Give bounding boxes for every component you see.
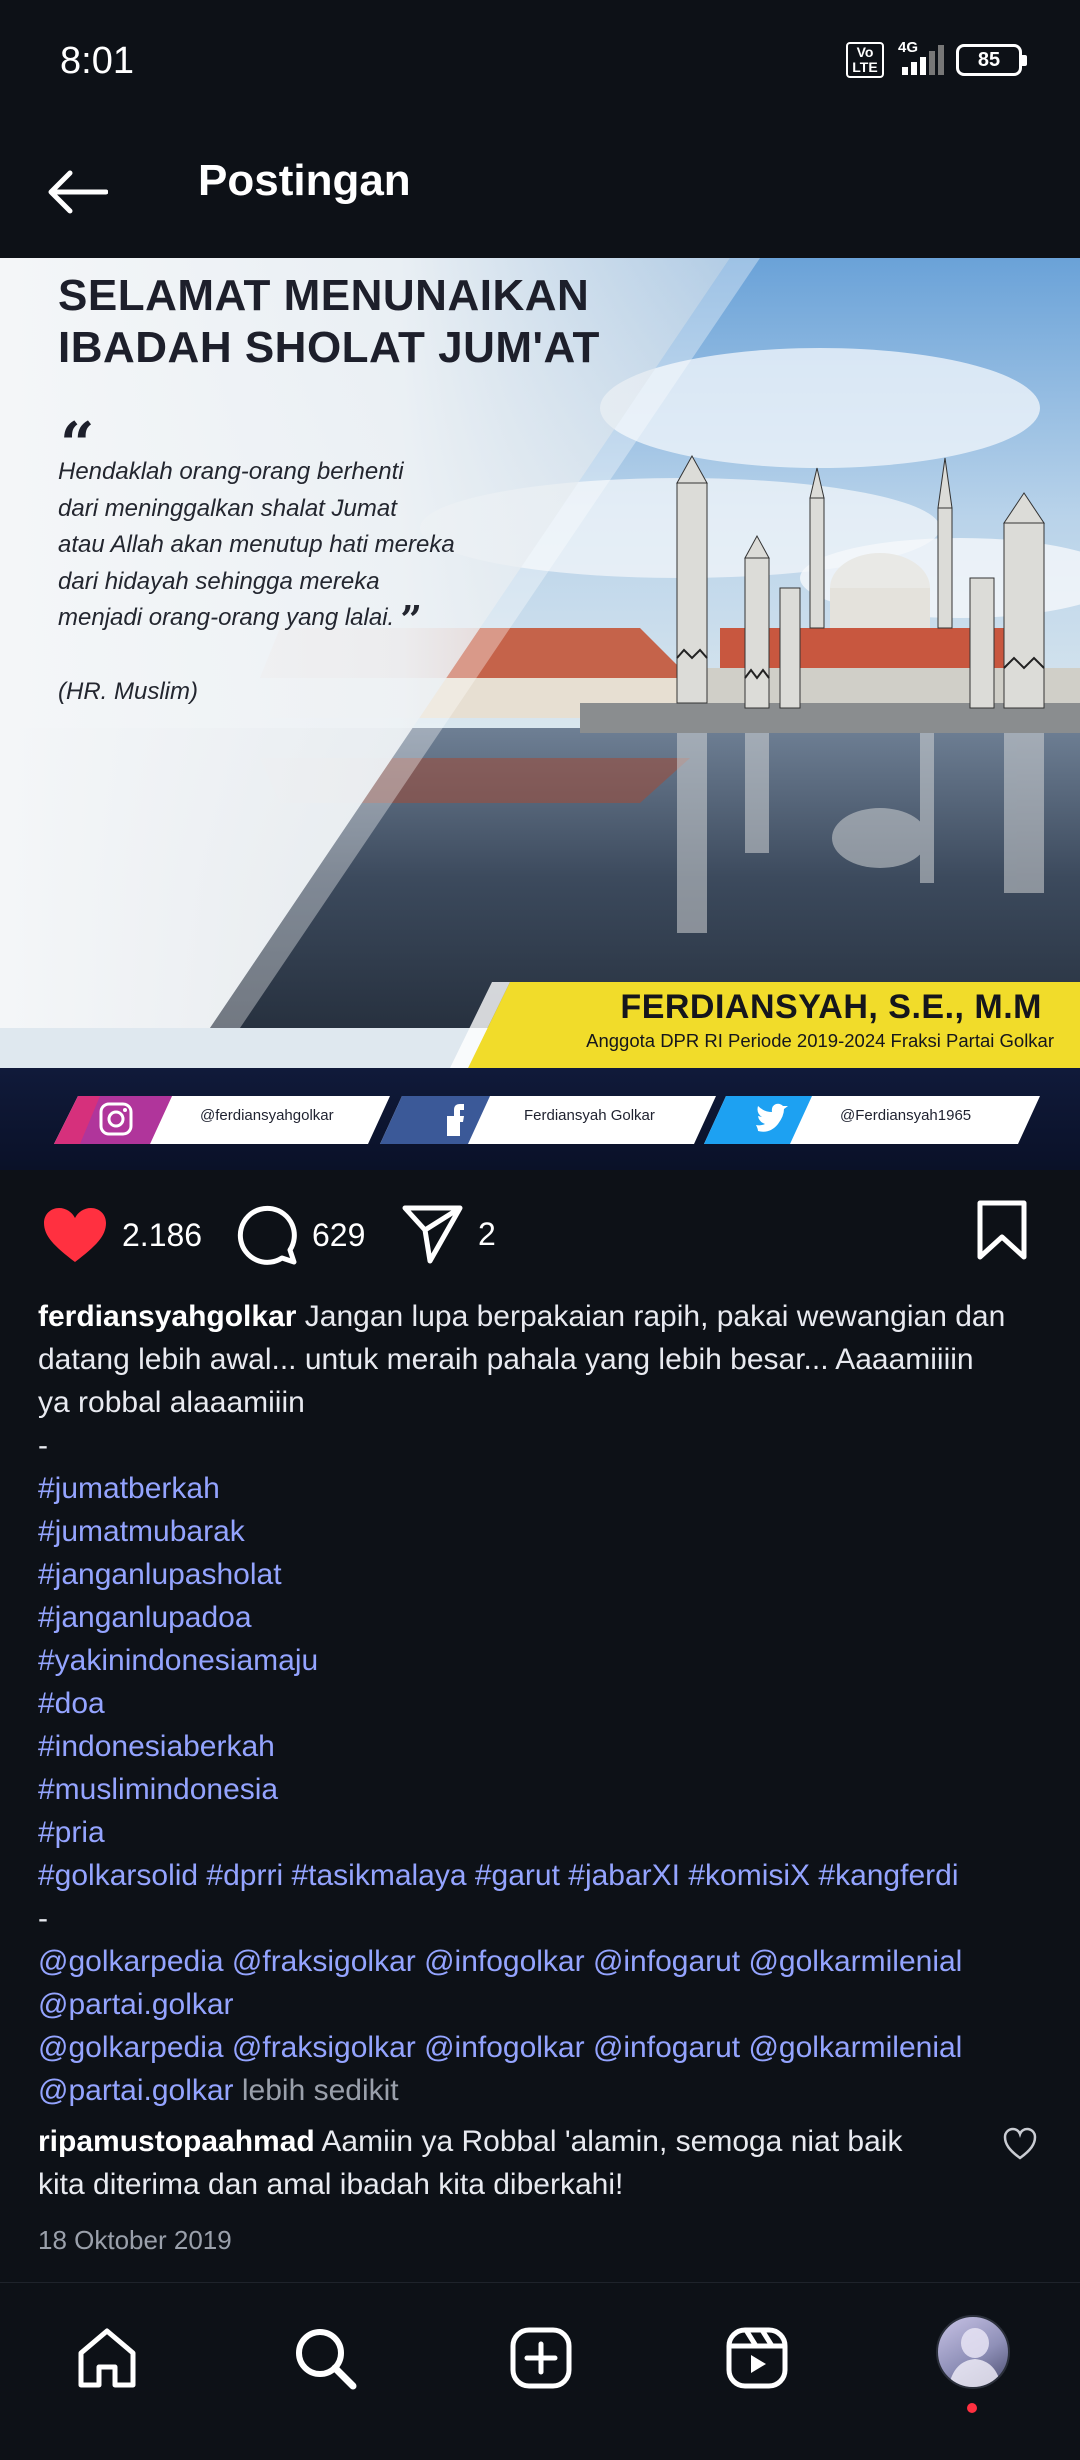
hashtag-link[interactable]: #janganlupasholat xyxy=(38,1553,1048,1596)
hashtag-link[interactable]: #jumatmubarak xyxy=(38,1510,1048,1553)
battery-level: 85 xyxy=(977,48,1001,71)
share-count: 2 xyxy=(478,1215,496,1252)
avatar-image xyxy=(948,2328,1002,2387)
image-name: FERDIANSYAH, S.E., M.M xyxy=(620,988,1042,1026)
status-time: 8:01 xyxy=(60,40,134,82)
like-count: 2.186 xyxy=(122,1216,203,1253)
facebook-handle: Ferdiansyah Golkar xyxy=(524,1107,655,1124)
comment-heart-icon[interactable] xyxy=(1002,2126,1038,2162)
like-button[interactable]: 2.186 xyxy=(42,1206,202,1264)
post-date: 18 Oktober 2019 xyxy=(38,2225,232,2255)
mention-links[interactable]: @golkarpedia @fraksigolkar @infogolkar @… xyxy=(38,2026,1048,2069)
notification-dot xyxy=(967,2403,977,2413)
bookmark-icon xyxy=(977,1200,1027,1260)
mention-link[interactable]: @partai.golkar xyxy=(38,2074,234,2107)
hashtag-link[interactable]: #muslimindonesia xyxy=(38,1768,1048,1811)
comment-button[interactable]: 629 xyxy=(236,1204,365,1266)
mention-link[interactable]: @partai.golkar xyxy=(38,1983,1048,2026)
share-button[interactable]: 2 xyxy=(402,1204,496,1264)
home-icon[interactable] xyxy=(72,2323,142,2393)
quote-close-mark: ” xyxy=(400,597,423,642)
volte-icon: Vo LTE xyxy=(846,42,884,78)
search-icon[interactable] xyxy=(290,2323,360,2393)
bottom-nav xyxy=(0,2282,1080,2460)
send-icon xyxy=(402,1205,463,1264)
battery-icon: 85 xyxy=(956,44,1027,76)
instagram-handle: @ferdiansyahgolkar xyxy=(200,1107,334,1124)
mention-links[interactable]: @golkarpedia @fraksigolkar @infogolkar @… xyxy=(38,1940,1048,1983)
comment-item: ripamustopaahmad Aamiin ya Robbal 'alami… xyxy=(38,2125,903,2201)
hashtag-link[interactable]: #janganlupadoa xyxy=(38,1596,1048,1639)
create-icon[interactable] xyxy=(506,2323,576,2393)
comment-count: 629 xyxy=(312,1216,366,1253)
image-position: Anggota DPR RI Periode 2019-2024 Fraksi … xyxy=(586,1030,1054,1051)
reels-icon[interactable] xyxy=(722,2323,792,2393)
signal-icon: 4G xyxy=(896,39,944,75)
post-image[interactable]: SELAMAT MENUNAIKAN IBADAH SHOLAT JUM'AT … xyxy=(0,258,1080,1170)
save-button[interactable] xyxy=(976,1200,1028,1260)
hashtag-link[interactable]: #yakinindonesiamaju xyxy=(38,1639,1048,1682)
top-bar: Postingan xyxy=(0,130,1080,258)
image-quote: Hendaklah orang-orang berhenti dari meni… xyxy=(58,458,455,642)
post-caption: ferdiansyahgolkar Jangan lupa berpakaian… xyxy=(38,1295,1048,2112)
status-indicators: Vo LTE 4G 85 xyxy=(846,39,1027,78)
comment-username[interactable]: ripamustopaahmad xyxy=(38,2125,315,2158)
image-quote-source: (HR. Muslim) xyxy=(58,678,198,705)
post-actions: 2.186 629 2 xyxy=(0,1170,1080,1300)
twitter-handle: @Ferdiansyah1965 xyxy=(840,1107,972,1124)
status-bar: 8:01 Vo LTE 4G 85 xyxy=(0,0,1080,130)
show-less-link[interactable]: lebih sedikit xyxy=(234,2074,399,2107)
heart-filled-icon xyxy=(44,1208,106,1262)
profile-avatar[interactable] xyxy=(936,2315,1010,2389)
image-headline: SELAMAT MENUNAIKAN IBADAH SHOLAT JUM'AT xyxy=(58,271,600,372)
caption-username[interactable]: ferdiansyahgolkar xyxy=(38,1300,296,1333)
back-arrow-icon[interactable] xyxy=(42,160,112,224)
page-title: Postingan xyxy=(198,156,411,205)
hashtag-link[interactable]: #jumatberkah xyxy=(38,1467,1048,1510)
comment-icon xyxy=(237,1205,297,1265)
hashtag-link[interactable]: #indonesiaberkah xyxy=(38,1725,1048,1768)
hashtag-link[interactable]: #doa xyxy=(38,1682,1048,1725)
hashtag-row[interactable]: #golkarsolid #dprri #tasikmalaya #garut … xyxy=(38,1854,1048,1897)
hashtag-link[interactable]: #pria xyxy=(38,1811,1048,1854)
